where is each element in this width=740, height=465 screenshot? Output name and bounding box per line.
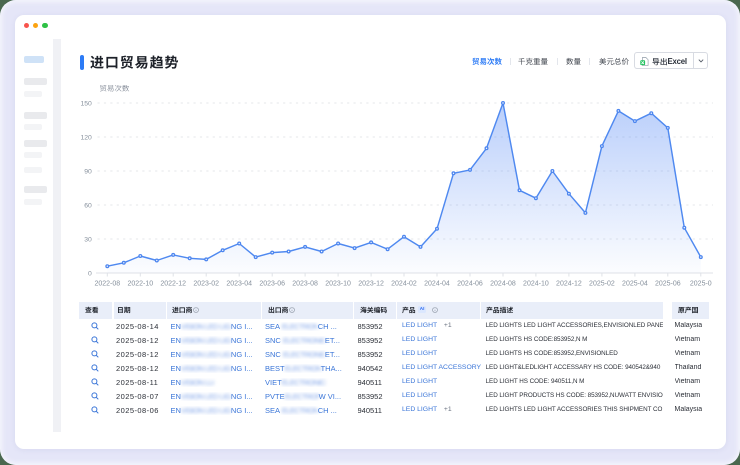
svg-text:2024-06: 2024-06 <box>457 280 483 287</box>
svg-text:120: 120 <box>80 135 92 142</box>
svg-text:0: 0 <box>88 271 92 278</box>
svg-text:2023-06: 2023-06 <box>259 280 285 287</box>
svg-text:2023-04: 2023-04 <box>226 280 252 287</box>
svg-text:150: 150 <box>80 101 92 108</box>
svg-text:2022-12: 2022-12 <box>160 280 186 287</box>
svg-text:2025-02: 2025-02 <box>589 280 615 287</box>
svg-text:2025-04: 2025-04 <box>622 280 648 287</box>
svg-text:2023-12: 2023-12 <box>358 280 384 287</box>
svg-text:2023-08: 2023-08 <box>292 280 318 287</box>
svg-text:30: 30 <box>84 237 92 244</box>
svg-text:60: 60 <box>84 203 92 210</box>
svg-text:2024-04: 2024-04 <box>424 280 450 287</box>
svg-text:2022-08: 2022-08 <box>94 280 120 287</box>
svg-text:2024-02: 2024-02 <box>391 280 417 287</box>
svg-text:90: 90 <box>84 169 92 176</box>
svg-text:2024-10: 2024-10 <box>523 280 549 287</box>
svg-text:2023-02: 2023-02 <box>193 280 219 287</box>
svg-text:2024-12: 2024-12 <box>556 280 582 287</box>
svg-text:2024-08: 2024-08 <box>490 280 516 287</box>
svg-text:2025-0: 2025-0 <box>690 280 712 287</box>
svg-text:2025-06: 2025-06 <box>655 280 681 287</box>
svg-text:2023-10: 2023-10 <box>325 280 351 287</box>
svg-text:2022-10: 2022-10 <box>127 280 153 287</box>
